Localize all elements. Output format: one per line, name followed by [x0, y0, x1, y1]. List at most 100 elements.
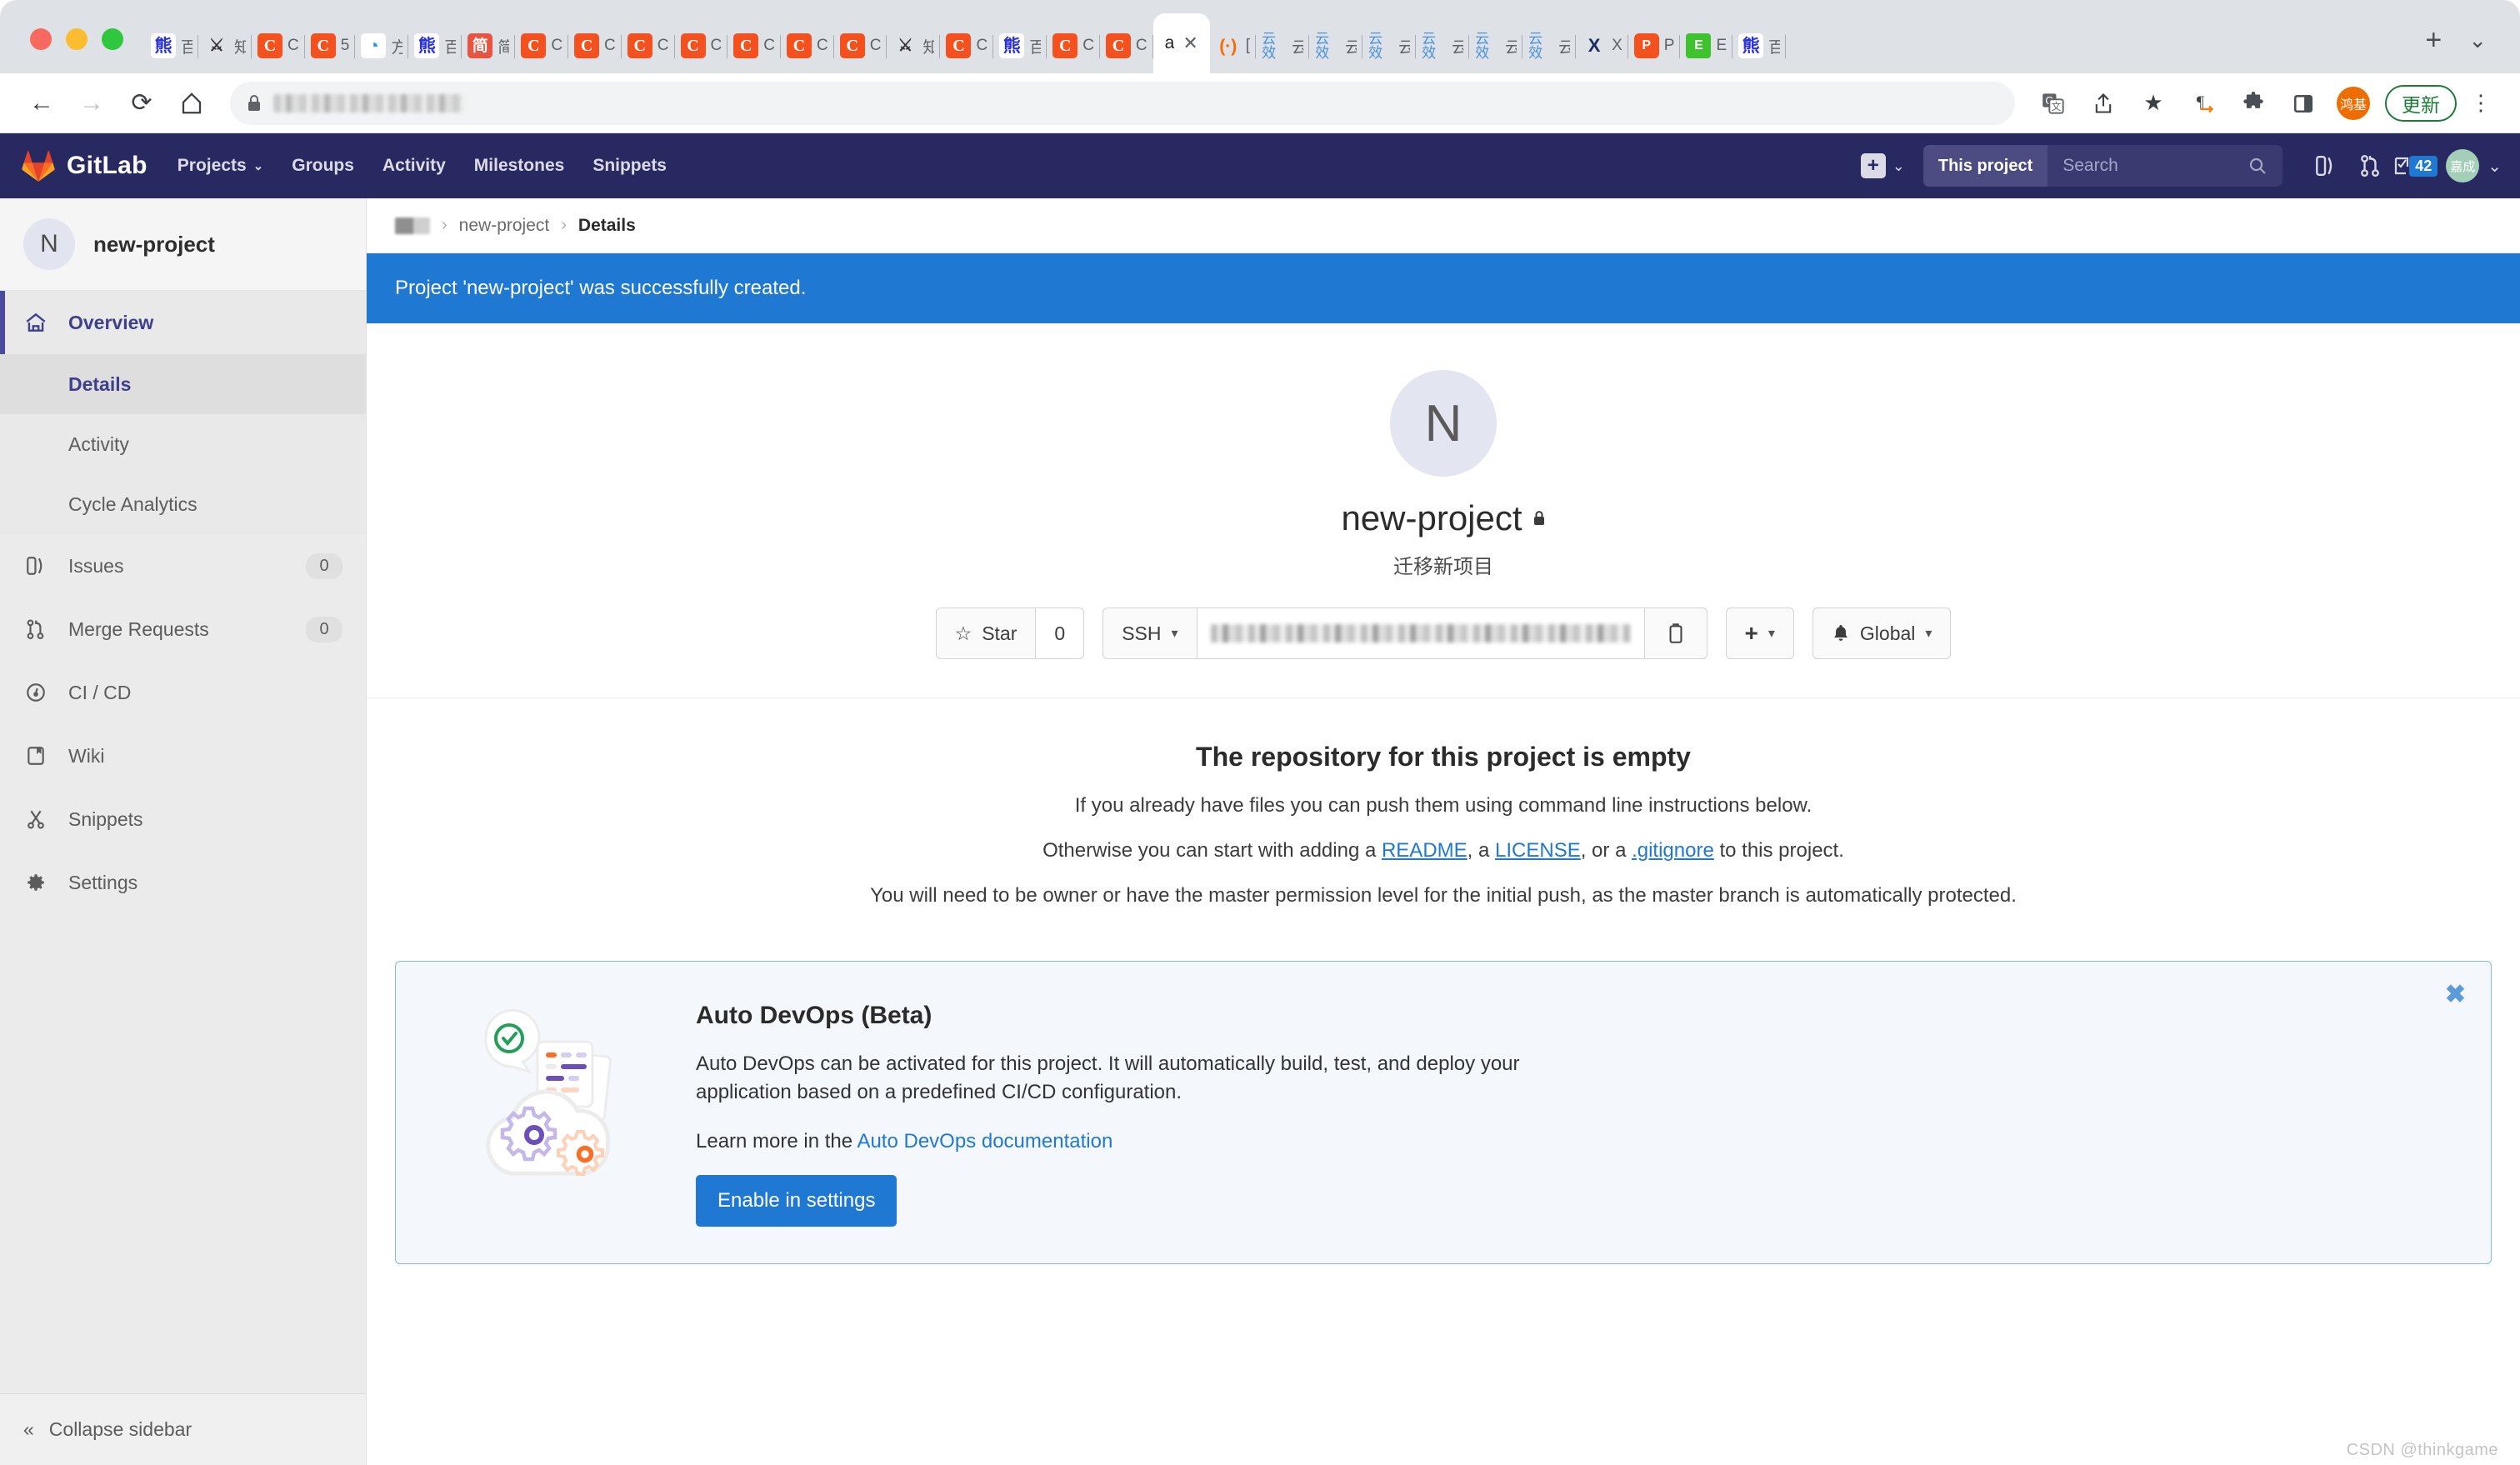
breadcrumb-project-link[interactable]: new-project — [459, 216, 550, 236]
address-bar[interactable] — [230, 81, 2015, 125]
empty-repo-line-2: Otherwise you can start with adding a RE… — [395, 839, 2492, 862]
tab-list-chevron-icon[interactable]: ⌄ — [2460, 28, 2508, 73]
gitignore-link[interactable]: .gitignore — [1632, 839, 1714, 862]
browser-tab[interactable]: 云效云效 — [1362, 18, 1417, 73]
xmind-favicon: X — [1588, 35, 1601, 56]
sidebar-item-issues[interactable]: Issues 0 — [0, 534, 366, 598]
browser-tab[interactable]: 熊百 — [408, 18, 462, 73]
auto-devops-documentation-link[interactable]: Auto DevOps documentation — [857, 1130, 1112, 1152]
browser-tab[interactable]: CC — [940, 18, 993, 73]
minimize-window-button[interactable] — [66, 28, 88, 50]
auto-devops-paragraph: Auto DevOps can be activated for this pr… — [696, 1052, 1520, 1104]
add-dropdown-button[interactable]: + ▾ — [1725, 608, 1794, 659]
side-panel-icon[interactable] — [2280, 80, 2327, 127]
browser-tab[interactable]: 熊百 — [145, 18, 198, 73]
breadcrumb-group-redacted[interactable] — [395, 217, 430, 234]
browser-tab[interactable]: EE — [1680, 18, 1732, 73]
gitlab-logo[interactable]: GitLab — [22, 150, 148, 182]
home-icon[interactable] — [168, 80, 215, 127]
license-link[interactable]: LICENSE — [1495, 839, 1581, 862]
sidebar-item-details[interactable]: Details — [0, 354, 366, 414]
browser-tab-title: 云效 — [1452, 38, 1464, 57]
browser-tab[interactable]: CC — [728, 18, 781, 73]
bookmark-star-icon[interactable]: ★ — [2130, 80, 2177, 127]
sidebar-item-cicd[interactable]: CI / CD — [0, 661, 366, 724]
browser-tab[interactable]: CC — [1047, 18, 1100, 73]
issues-nav-icon[interactable] — [2302, 154, 2348, 178]
browser-tab[interactable]: XX — [1576, 18, 1628, 73]
browser-tab[interactable]: 简简 — [462, 18, 516, 73]
sidebar-item-merge-requests[interactable]: Merge Requests 0 — [0, 598, 366, 661]
nav-item-projects[interactable]: Projects ⌄ — [178, 156, 263, 176]
browser-tab[interactable]: C5 — [305, 18, 356, 73]
close-window-button[interactable] — [30, 28, 52, 50]
search-input[interactable]: Search — [2048, 145, 2283, 187]
browser-tab-active[interactable]: a ✕ — [1152, 13, 1210, 73]
forward-arrow-icon[interactable]: → — [68, 80, 115, 127]
nav-item-groups[interactable]: Groups — [292, 156, 354, 176]
browser-tab[interactable]: CC — [834, 18, 888, 73]
back-arrow-icon[interactable]: ← — [18, 80, 65, 127]
close-tab-icon[interactable]: ✕ — [1182, 32, 1198, 54]
search-scope-label[interactable]: This project — [1922, 145, 2048, 187]
search-placeholder: Search — [2062, 156, 2118, 175]
browser-tab[interactable]: CC — [622, 18, 675, 73]
browser-tab[interactable]: CC — [252, 18, 305, 73]
browser-tab[interactable]: ◔ 方 — [355, 18, 409, 73]
nav-item-activity[interactable]: Activity — [382, 156, 446, 176]
sidebar-item-wiki[interactable]: Wiki — [0, 724, 366, 788]
browser-tab[interactable]: CC — [1100, 18, 1153, 73]
reader-mode-icon[interactable]: ¶ — [2180, 80, 2227, 127]
clone-protocol-dropdown[interactable]: SSH ▾ — [1102, 608, 1198, 659]
clone-url-group: SSH ▾ — [1102, 608, 1708, 659]
merge-requests-nav-icon[interactable] — [2348, 154, 2392, 178]
extension-account-avatar[interactable]: 鸿基 — [2337, 86, 2370, 120]
close-icon[interactable]: ✖ — [2445, 980, 2466, 1009]
global-search[interactable]: This project Search — [1922, 145, 2283, 187]
enable-in-settings-button[interactable]: Enable in settings — [696, 1175, 898, 1228]
new-tab-button[interactable]: + — [2407, 24, 2460, 73]
browser-tab[interactable]: CC — [675, 18, 728, 73]
browser-tab[interactable]: CC — [568, 18, 622, 73]
browser-tab[interactable]: CC — [515, 18, 568, 73]
sidebar-item-cycle-analytics[interactable]: Cycle Analytics — [0, 474, 366, 534]
todos-nav-icon[interactable]: 42 — [2392, 154, 2438, 178]
nav-item-milestones[interactable]: Milestones — [474, 156, 565, 176]
browser-tab[interactable]: 熊百 — [993, 18, 1048, 73]
sidebar-item-settings[interactable]: Settings — [0, 851, 366, 914]
browser-tab[interactable]: ⚔ 知 — [887, 18, 941, 73]
collapse-sidebar-button[interactable]: « Collapse sidebar — [0, 1393, 366, 1465]
browser-tab[interactable]: 云效云效 — [1256, 18, 1310, 73]
browser-tab[interactable]: 熊百 — [1732, 18, 1787, 73]
nav-item-label: Milestones — [473, 156, 565, 175]
browser-tab[interactable]: (·) [ — [1210, 18, 1257, 73]
sidebar-item-activity[interactable]: Activity — [0, 414, 366, 474]
clone-url-input[interactable] — [1197, 608, 1644, 659]
new-item-dropdown[interactable]: + ⌄ — [1860, 153, 1905, 178]
extensions-puzzle-icon[interactable] — [2230, 80, 2277, 127]
browser-tab[interactable]: 云效云效 — [1309, 18, 1363, 73]
browser-menu-icon[interactable]: ⋮ — [2460, 90, 2502, 116]
translate-icon[interactable]: G文 — [2030, 80, 2077, 127]
star-count[interactable]: 0 — [1036, 608, 1085, 659]
nav-item-snippets[interactable]: Snippets — [592, 156, 667, 176]
reload-icon[interactable]: ⟳ — [118, 80, 165, 127]
browser-tab[interactable]: PP — [1628, 18, 1681, 73]
browser-tab[interactable]: CC — [781, 18, 834, 73]
sidebar-project-header[interactable]: N new-project — [0, 198, 366, 291]
readme-link[interactable]: README — [1382, 839, 1468, 862]
user-menu-caret-icon[interactable]: ⌄ — [2488, 156, 2502, 177]
update-button[interactable]: 更新 — [2385, 84, 2457, 122]
notification-dropdown-button[interactable]: Global ▾ — [1812, 608, 1952, 659]
star-button[interactable]: ☆ Star — [935, 608, 1037, 659]
maximize-window-button[interactable] — [102, 28, 123, 50]
sidebar-item-snippets[interactable]: Snippets — [0, 788, 366, 851]
sidebar-item-overview[interactable]: Overview — [0, 291, 366, 354]
share-icon[interactable] — [2080, 80, 2127, 127]
copy-url-button[interactable] — [1643, 608, 1708, 659]
user-avatar[interactable]: 嘉成 — [2446, 149, 2480, 182]
browser-tab[interactable]: 云效云效 — [1416, 18, 1470, 73]
browser-tab[interactable]: ⚔ 知 — [198, 18, 252, 73]
browser-tab[interactable]: 云效云效 — [1522, 18, 1577, 73]
browser-tab[interactable]: 云效云效 — [1469, 18, 1523, 73]
